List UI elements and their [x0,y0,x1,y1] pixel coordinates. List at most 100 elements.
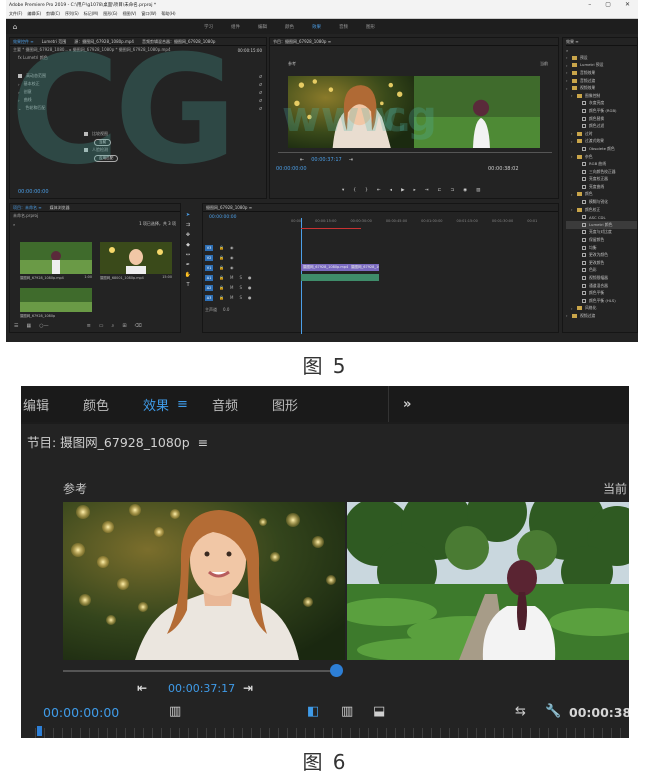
playhead-marker[interactable] [37,726,42,736]
selection-tool-icon[interactable]: ➤ [184,211,192,219]
pen-icon[interactable]: ✒ [184,261,192,269]
tab-audio-mixer[interactable]: 音频剪辑混合器：摄图网_67928_1080p [142,39,215,45]
horizontal-split-icon[interactable]: ▥ [341,704,353,719]
effects-item[interactable]: 视频限幅器 [566,274,637,282]
compare-icon[interactable]: ▥ [476,188,480,193]
lock-icon[interactable]: 🔒 [219,285,224,290]
effects-item[interactable]: 颜色平衡 (RGB) [566,107,637,115]
menu-edit[interactable]: 编辑(E) [27,11,41,17]
scrubber-handle[interactable] [330,664,343,677]
face-detect-row[interactable]: 人脸检测 [10,146,266,154]
overwrite-icon[interactable]: ⊐ [450,188,454,193]
effects-folder[interactable]: › 过时 [566,130,637,138]
track-a3[interactable]: A3 🔒 M S ● [205,294,550,301]
project-thumb[interactable]: 摄图网_68001_1080p.mp4 15:00 [100,242,172,280]
track-a2[interactable]: A2 🔒 M S ● [205,284,550,291]
current-frame-pill[interactable]: 当前 [94,138,112,146]
tab-effects[interactable]: 效果 [143,395,169,414]
track-v3[interactable]: V3 🔒 ◉ [205,244,550,251]
reference-timecode[interactable]: 00:00:37:17 [168,682,235,695]
ec-row-basic[interactable]: › 基本校正 ↺ [10,80,266,88]
tab-source[interactable]: 源：摄图网_67928_1080p.mp4 [74,39,134,45]
new-item-icon[interactable]: ⊞ [122,323,126,329]
program-tc-left[interactable]: 00:00:00:00 [276,166,307,172]
workspace-assembly[interactable]: 组件 [231,24,240,30]
lock-icon[interactable]: 🔒 [219,295,224,300]
ec-row-creative[interactable]: › 创意 ↺ [10,88,266,96]
wrench-icon[interactable]: 🔧 [545,704,561,719]
effects-folder[interactable]: › 过渡式效果 [566,138,637,146]
reset-icon[interactable]: ↺ [259,82,262,87]
track-label[interactable]: A1 [205,274,213,281]
effects-folder[interactable]: › 风格化 [566,305,637,313]
lock-icon[interactable]: 🔒 [219,255,224,260]
playhead-timecode[interactable]: 00:00:00:00 [43,705,119,720]
out-point-icon[interactable]: } [365,188,368,193]
tab-graphics[interactable]: 图形 [272,395,298,414]
effects-folder[interactable]: › 预设 [566,54,637,62]
eye-icon[interactable]: ◉ [230,255,234,260]
face-detect-checkbox[interactable] [84,148,88,152]
more-workspaces-icon[interactable]: » [403,397,411,412]
split-view-icon[interactable]: ▥ [169,704,181,719]
trash-icon[interactable]: ⌫ [135,323,142,329]
zoom-slider[interactable]: ○— [39,323,48,329]
reset-icon[interactable]: ↺ [259,98,262,103]
go-to-in-icon[interactable]: ⇤ [300,157,304,163]
compare-view-checkbox[interactable] [84,132,88,136]
workspace-audio[interactable]: 音频 [339,24,348,30]
reset-icon[interactable]: ↺ [259,106,262,111]
go-to-in-icon[interactable]: ⇤ [137,681,147,695]
tab-edit[interactable]: 编辑 [23,395,49,414]
effects-item[interactable]: 更改颜色 [566,259,637,267]
effects-item[interactable]: 颜色平衡 (HLS) [566,297,637,305]
tab-color[interactable]: 颜色 [83,395,109,414]
effects-item[interactable]: Obsolete 颜色 [566,145,637,153]
track-master[interactable]: 主声道 0.0 [205,306,550,313]
effects-folder[interactable]: › 视频过渡 [566,312,637,320]
effects-item[interactable]: 模糊与锐化 [566,198,637,206]
go-to-out-icon[interactable]: ⇥ [243,681,253,695]
effects-item[interactable]: 颜色平衡 [566,289,637,297]
track-label[interactable]: A2 [205,284,213,291]
eye-icon[interactable]: ◉ [230,265,234,270]
workspace-editing[interactable]: 编辑 [258,24,267,30]
mic-icon[interactable]: ● [248,275,252,280]
timeline-clip-audio[interactable] [301,274,379,281]
reset-icon[interactable]: ↺ [259,90,262,95]
side-by-side-icon[interactable]: ◧ [307,704,319,719]
tab-audio[interactable]: 音频 [212,395,238,414]
track-label[interactable]: V2 [205,254,213,261]
solo-icon[interactable]: S [239,275,242,280]
in-point-icon[interactable]: { [353,188,356,193]
effects-folder[interactable]: › 音频过渡 [566,77,637,85]
effects-item[interactable]: 更改为颜色 [566,251,637,259]
eye-icon[interactable]: ◉ [230,245,234,250]
close-button[interactable]: ✕ [625,1,630,8]
menu-marker[interactable]: 标记(M) [84,11,99,17]
search-icon[interactable]: ⌕ [13,222,15,227]
effects-folder[interactable]: › 杂色 [566,153,637,161]
frame-forward-icon[interactable]: ▸ [414,188,416,193]
track-label[interactable]: V1 [205,264,213,271]
lock-icon[interactable]: 🔒 [219,245,224,250]
tab-effect-controls[interactable]: 效果控件 ≡ [13,39,34,45]
effects-item[interactable]: 均衡 [566,244,637,252]
effects-folder[interactable]: › 图像控制 [566,92,637,100]
mute-icon[interactable]: M [230,285,233,290]
workspace-graphics[interactable]: 图形 [366,24,375,30]
menu-window[interactable]: 窗口(W) [141,11,156,17]
effects-item[interactable]: 保留颜色 [566,236,637,244]
tab-project[interactable]: 项目：未命名 ≡ [13,205,42,211]
effects-folder[interactable]: › 颜色 [566,191,637,199]
track-select-icon[interactable]: ⇉ [184,221,192,229]
play-icon[interactable]: ▶ [401,188,404,193]
menu-graphics[interactable]: 图形(G) [103,11,117,17]
scrubber-track[interactable] [278,152,552,153]
insert-icon[interactable]: ⊏ [438,188,442,193]
effects-folder[interactable]: › Lumetri 预设 [566,62,637,70]
menu-sequence[interactable]: 序列(S) [65,11,79,17]
effects-item[interactable]: 亮度校正器 [566,176,637,184]
menu-file[interactable]: 文件(F) [9,11,22,17]
mute-icon[interactable]: M [230,275,233,280]
